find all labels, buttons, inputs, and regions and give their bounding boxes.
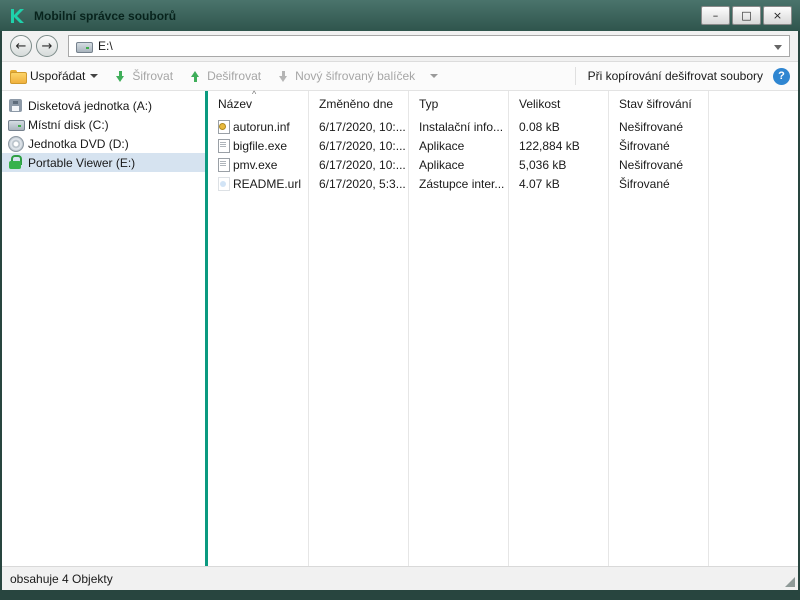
file-modified: 6/17/2020, 10:... [319,138,406,153]
file-size: 4.07 kB [519,176,560,191]
titlebar[interactable]: Mobilní správce souborů – □ × [0,0,800,31]
file-list: ^ Název Změněno dne Typ Velikost Stav ši… [208,89,798,566]
floppy-icon [8,98,23,113]
column-gridline [708,91,709,566]
sidebar-item-label: Disketová jednotka (A:) [28,98,153,113]
column-header[interactable]: Změněno dne [309,97,409,111]
app-window: Mobilní správce souborů – □ × ← → E:\ Us… [0,0,800,600]
file-icon [217,138,230,153]
kaspersky-logo-icon [8,7,26,25]
sidebar-item-label: Portable Viewer (E:) [28,155,136,170]
maximize-button[interactable]: □ [732,6,761,25]
status-bar: obsahuje 4 Objekty [2,566,798,590]
column-gridline [608,91,609,566]
decrypt-on-copy-label: Při kopírování dešifrovat soubory [587,69,763,83]
file-type: Zástupce inter... [419,176,505,191]
column-header-label: Stav šifrování [619,97,692,111]
sidebar-item[interactable]: Disketová jednotka (A:) [2,96,205,115]
column-header[interactable]: Název [208,97,309,111]
new-encrypted-package-button[interactable]: Nový šifrovaný balíček [277,69,439,83]
column-header[interactable]: Stav šifrování [609,97,709,111]
window-title: Mobilní správce souborů [34,8,177,23]
file-type: Instalační info... [419,119,504,134]
organize-label: Uspořádat [30,69,86,83]
disk-icon [8,117,25,132]
encrypt-arrow-icon [114,70,127,83]
chevron-down-icon [90,74,99,78]
column-header-label: Název [218,97,253,111]
file-encryption-status: Nešifrované [619,157,684,172]
encrypt-label: Šifrovat [132,69,174,83]
address-dropdown[interactable] [774,39,782,53]
file-row[interactable]: autorun.inf 6/17/2020, 10:... Instalační… [208,117,798,136]
file-row[interactable]: bigfile.exe 6/17/2020, 10:... Aplikace 1… [208,136,798,155]
drive-list: Disketová jednotka (A:) Místní disk (C:)… [2,96,205,172]
column-gridline [508,91,509,566]
dvd-icon [8,136,24,152]
forward-button[interactable]: → [36,35,58,57]
window-border-bottom [0,590,800,600]
file-modified: 6/17/2020, 10:... [319,119,406,134]
organize-button[interactable]: Uspořádat [10,69,99,84]
encrypt-button[interactable]: Šifrovat [114,69,173,83]
file-name: bigfile.exe [233,138,288,153]
file-modified: 6/17/2020, 10:... [319,157,406,172]
file-type: Aplikace [419,138,465,153]
file-size: 122,884 kB [519,138,580,153]
file-type: Aplikace [419,157,465,172]
lock-icon [8,155,23,170]
column-headers: ^ Název Změněno dne Typ Velikost Stav ši… [208,89,798,117]
toolbar: Uspořádat Šifrovat Dešifrovat Nový šifro… [2,62,798,91]
column-gridline [308,91,309,566]
column-header-label: Změněno dne [319,97,394,111]
main-content: Disketová jednotka (A:) Místní disk (C:)… [2,89,798,566]
sidebar-item-label: Místní disk (C:) [28,117,109,132]
decrypt-label: Dešifrovat [207,69,262,83]
inf-file-icon [217,119,230,134]
file-row[interactable]: README.url 6/17/2020, 5:3... Zástupce in… [208,174,798,193]
url-file-icon [217,176,230,191]
toolbar-divider [574,67,576,85]
sidebar-item[interactable]: Portable Viewer (E:) [2,153,205,172]
decrypt-button[interactable]: Dešifrovat [189,69,261,83]
address-text: E:\ [98,39,113,53]
drive-icon [76,39,93,54]
sidebar-item[interactable]: Místní disk (C:) [2,115,205,134]
file-icon [217,157,230,172]
window-controls: – □ × [701,6,792,25]
new-encrypted-package-label: Nový šifrovaný balíček [295,69,416,83]
navigation-bar: ← → E:\ [2,31,798,62]
resize-grip-icon[interactable] [785,577,795,587]
sidebar: Disketová jednotka (A:) Místní disk (C:)… [2,91,205,566]
back-button[interactable]: ← [10,35,32,57]
address-bar[interactable]: E:\ [68,35,790,57]
file-encryption-status: Šifrované [619,138,670,153]
file-row[interactable]: pmv.exe 6/17/2020, 10:... Aplikace 5,036… [208,155,798,174]
help-icon[interactable]: ? [773,67,790,85]
decrypt-arrow-icon [189,70,202,83]
column-gridline [408,91,409,566]
file-modified: 6/17/2020, 5:3... [319,176,406,191]
close-button[interactable]: × [763,6,792,25]
column-header-label: Typ [419,97,439,111]
sidebar-item-label: Jednotka DVD (D:) [28,136,129,151]
file-name: autorun.inf [233,119,290,134]
file-name: README.url [233,176,302,191]
sidebar-item[interactable]: Jednotka DVD (D:) [2,134,205,153]
folder-icon [10,69,27,84]
chevron-down-icon [430,74,439,78]
column-header[interactable]: Velikost [509,97,609,111]
file-name: pmv.exe [233,157,278,172]
package-arrow-icon [277,70,290,83]
minimize-button[interactable]: – [701,6,730,25]
chevron-down-icon [774,45,782,50]
file-size: 0.08 kB [519,119,560,134]
file-encryption-status: Nešifrované [619,119,684,134]
column-header-label: Velikost [519,97,561,111]
file-size: 5,036 kB [519,157,567,172]
file-encryption-status: Šifrované [619,176,670,191]
status-text: obsahuje 4 Objekty [10,571,113,586]
column-header[interactable]: Typ [409,97,509,111]
sort-indicator-icon: ^ [252,89,257,99]
